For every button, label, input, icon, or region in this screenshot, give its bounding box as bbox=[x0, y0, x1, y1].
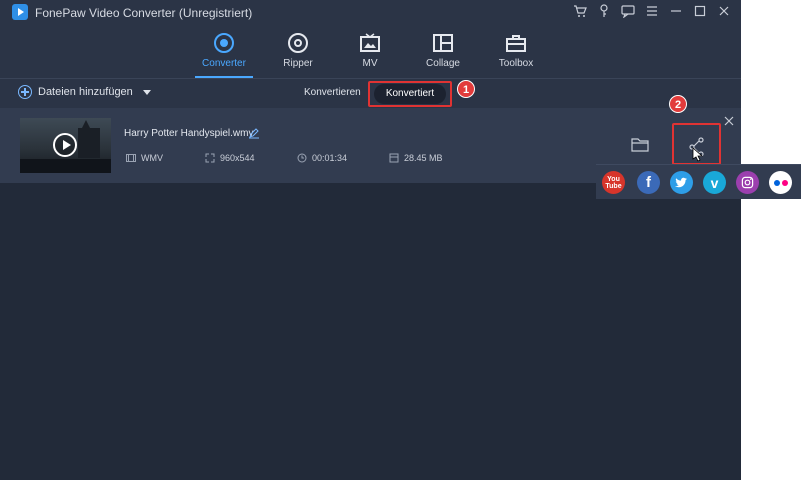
highlight-converted-tab bbox=[368, 81, 452, 107]
share-popup: You Tube f v bbox=[596, 164, 801, 199]
meta-format: WMV bbox=[126, 153, 163, 163]
tab-convert[interactable]: Konvertieren bbox=[304, 87, 361, 98]
tab-ripper-label: Ripper bbox=[283, 58, 313, 69]
resolution-icon bbox=[205, 153, 215, 163]
file-duration: 00:01:34 bbox=[312, 153, 348, 163]
tab-converter[interactable]: Converter bbox=[187, 32, 261, 78]
key-icon[interactable] bbox=[597, 4, 611, 18]
thumbnail-ground bbox=[20, 159, 111, 173]
facebook-share-button[interactable]: f bbox=[637, 171, 660, 194]
tab-converter-label: Converter bbox=[202, 58, 246, 69]
flickr-share-button[interactable] bbox=[769, 171, 792, 194]
add-files-label: Dateien hinzufügen bbox=[38, 86, 133, 98]
file-format: WMV bbox=[141, 153, 163, 163]
collage-icon bbox=[433, 34, 453, 52]
toolbox-icon bbox=[506, 35, 526, 52]
facebook-icon: f bbox=[646, 174, 651, 191]
meta-resolution: 960x544 bbox=[205, 153, 255, 163]
main-nav: Converter Ripper MV Collage Toolbox bbox=[0, 26, 741, 78]
add-files-button[interactable]: Dateien hinzufügen bbox=[18, 85, 151, 99]
app-logo-icon bbox=[12, 4, 28, 20]
flickr-blue-dot-icon bbox=[773, 179, 780, 186]
youtube-share-button[interactable]: You Tube bbox=[602, 171, 625, 194]
close-icon[interactable] bbox=[724, 116, 734, 126]
file-name: Harry Potter Handyspiel.wmv bbox=[124, 128, 254, 139]
file-size-icon bbox=[389, 153, 399, 163]
instagram-icon bbox=[741, 176, 754, 189]
film-icon bbox=[126, 154, 136, 162]
step-badge-1: 1 bbox=[457, 80, 475, 98]
youtube-label-bottom: Tube bbox=[605, 182, 622, 190]
chevron-down-icon[interactable] bbox=[142, 89, 151, 95]
cart-icon[interactable] bbox=[573, 4, 587, 18]
tab-collage-label: Collage bbox=[426, 58, 460, 69]
title-bar: FonePaw Video Converter (Unregistriert) bbox=[0, 0, 741, 26]
disc-icon bbox=[288, 33, 308, 53]
tab-toolbox[interactable]: Toolbox bbox=[479, 32, 553, 78]
close-window-icon[interactable] bbox=[717, 4, 731, 18]
vimeo-share-button[interactable]: v bbox=[703, 171, 726, 194]
file-size: 28.45 MB bbox=[404, 153, 443, 163]
file-resolution: 960x544 bbox=[220, 153, 255, 163]
edit-icon[interactable] bbox=[248, 127, 260, 139]
add-icon bbox=[18, 85, 32, 99]
play-icon[interactable] bbox=[53, 133, 77, 157]
meta-size: 28.45 MB bbox=[389, 153, 443, 163]
instagram-share-button[interactable] bbox=[736, 171, 759, 194]
folder-icon[interactable] bbox=[631, 137, 649, 153]
tab-toolbox-label: Toolbox bbox=[498, 58, 534, 69]
video-thumbnail[interactable] bbox=[20, 118, 111, 173]
app-window: FonePaw Video Converter (Unregistriert) bbox=[0, 0, 741, 480]
converter-icon bbox=[214, 33, 234, 53]
window-title: FonePaw Video Converter (Unregistriert) bbox=[35, 6, 253, 20]
flickr-pink-dot-icon bbox=[781, 179, 788, 186]
step-badge-2: 2 bbox=[669, 95, 687, 113]
thumbnail-castle bbox=[78, 120, 100, 158]
vimeo-icon: v bbox=[710, 174, 719, 191]
chat-icon[interactable] bbox=[621, 4, 635, 18]
clock-icon bbox=[297, 153, 307, 163]
tab-mv[interactable]: MV bbox=[333, 32, 407, 78]
maximize-icon[interactable] bbox=[693, 4, 707, 18]
meta-duration: 00:01:34 bbox=[297, 153, 347, 163]
tab-mv-label: MV bbox=[362, 58, 378, 69]
mv-icon bbox=[360, 33, 380, 52]
youtube-label-top: You bbox=[607, 175, 620, 183]
tab-collage[interactable]: Collage bbox=[406, 32, 480, 78]
menu-icon[interactable] bbox=[645, 4, 659, 18]
twitter-icon bbox=[675, 177, 687, 188]
tab-ripper[interactable]: Ripper bbox=[261, 32, 335, 78]
minimize-icon[interactable] bbox=[669, 4, 683, 18]
mouse-cursor-icon bbox=[692, 147, 703, 162]
twitter-share-button[interactable] bbox=[670, 171, 693, 194]
title-bar-controls bbox=[573, 4, 731, 18]
